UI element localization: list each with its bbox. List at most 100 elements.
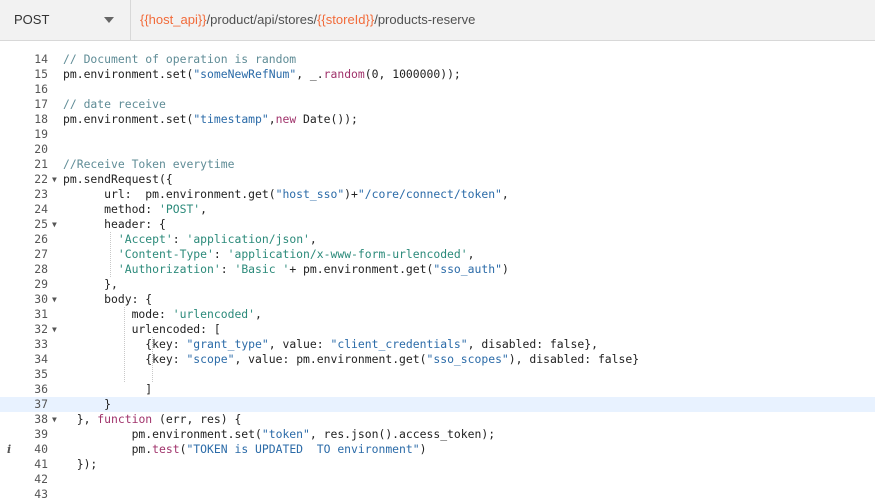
code-line[interactable]: 37 } — [0, 397, 875, 412]
line-number: 39 — [34, 427, 48, 441]
code-editor[interactable]: 14 // Document of operation is random 15 pm… — [0, 52, 875, 504]
code-text: // date receive — [63, 97, 166, 112]
code-token: header: { — [63, 217, 166, 231]
code-token: mode: — [63, 307, 173, 321]
code-line[interactable]: 30 ▼ body: { — [0, 292, 875, 307]
code-text: {key: "grant_type", value: "client_crede… — [63, 337, 598, 352]
code-line[interactable]: 43 — [0, 487, 875, 502]
code-token: )+ — [344, 187, 358, 201]
code-line[interactable]: 28 'Authorization': 'Basic '+ pm.environ… — [0, 262, 875, 277]
code-text: // Document of operation is random — [63, 52, 296, 67]
code-token: "timestamp" — [193, 112, 269, 126]
code-text: body: { — [63, 292, 152, 307]
code-line[interactable]: i 40 pm.test("TOKEN is UPDATED TO environ… — [0, 442, 875, 457]
code-text: 'Authorization': 'Basic '+ pm.environmen… — [63, 262, 509, 277]
indent-guide — [152, 337, 153, 382]
line-number: 20 — [34, 142, 48, 156]
code-line[interactable]: 23 url: pm.environment.get("host_sso")+"… — [0, 187, 875, 202]
code-line[interactable]: 16 — [0, 82, 875, 97]
url-path: /product/api/stores/ — [206, 12, 318, 27]
code-token: url: pm.environment.get( — [63, 187, 276, 201]
code-text: url: pm.environment.get("host_sso")+"/co… — [63, 187, 509, 202]
code-line[interactable]: 26 'Accept': 'application/json', — [0, 232, 875, 247]
code-line[interactable]: 14 // Document of operation is random — [0, 52, 875, 67]
code-text: pm.sendRequest({ — [63, 172, 173, 187]
code-token: "sso_scopes" — [426, 352, 509, 366]
code-line[interactable]: 19 — [0, 127, 875, 142]
code-text: }); — [63, 457, 98, 472]
line-number: 32 — [34, 322, 48, 336]
code-line[interactable]: 39 pm.environment.set("token", res.json(… — [0, 427, 875, 442]
code-token: , — [309, 232, 317, 246]
chevron-down-icon[interactable] — [104, 17, 114, 23]
code-line[interactable]: 34 {key: "scope", value: pm.environment.… — [0, 352, 875, 367]
code-text: pm.environment.set("someNewRefNum", _.ra… — [63, 67, 461, 82]
code-token: body: { — [63, 292, 153, 306]
line-number: 15 — [34, 67, 48, 81]
code-line[interactable]: 25 ▼ header: { — [0, 217, 875, 232]
code-line[interactable]: 31 mode: 'urlencoded', — [0, 307, 875, 322]
fold-arrow-icon[interactable]: ▼ — [52, 172, 57, 187]
line-number: 19 — [34, 127, 48, 141]
code-text: header: { — [63, 217, 166, 232]
line-number: 22 — [34, 172, 48, 186]
line-number: 23 — [34, 187, 48, 201]
line-number: 34 — [34, 352, 48, 366]
code-token: : — [172, 232, 187, 246]
code-token: (0, 1000000)); — [364, 67, 461, 81]
code-line[interactable]: 22 ▼ pm.sendRequest({ — [0, 172, 875, 187]
code-token: + pm.environment.get( — [289, 262, 434, 276]
url-variable: {{storeId}} — [317, 12, 375, 27]
code-line[interactable]: 35 — [0, 367, 875, 382]
line-number: 25 — [34, 217, 48, 231]
method-select[interactable]: POST — [0, 0, 131, 41]
fold-arrow-icon[interactable]: ▼ — [52, 322, 57, 337]
code-line[interactable]: 17 // date receive — [0, 97, 875, 112]
line-number: 28 — [34, 262, 48, 276]
code-token: , disabled: false}, — [467, 337, 598, 351]
code-token: function — [97, 412, 153, 426]
code-token: , — [200, 202, 208, 216]
code-line[interactable]: 38 ▼ }, function (err, res) { — [0, 412, 875, 427]
fold-arrow-icon[interactable]: ▼ — [52, 217, 57, 232]
code-line[interactable]: 15 pm.environment.set("someNewRefNum", _.… — [0, 67, 875, 82]
code-text: {key: "scope", value: pm.environment.get… — [63, 352, 639, 367]
code-token: pm.environment.set( — [63, 112, 194, 126]
code-line[interactable]: 42 — [0, 472, 875, 487]
code-text: method: 'POST', — [63, 202, 207, 217]
code-line[interactable]: 24 method: 'POST', — [0, 202, 875, 217]
line-number: 31 — [34, 307, 48, 321]
line-number: 43 — [34, 487, 48, 501]
code-line[interactable]: 41 }); — [0, 457, 875, 472]
line-number: 17 — [34, 97, 48, 111]
code-line[interactable]: 27 'Content-Type': 'application/x-www-fo… — [0, 247, 875, 262]
method-label: POST — [14, 12, 50, 27]
code-token: pm.environment.set( — [63, 427, 262, 441]
url-input[interactable]: {{host_api}}/product/api/stores/{{storeI… — [140, 12, 475, 27]
line-number: 14 — [34, 52, 48, 66]
code-token: new — [275, 112, 297, 126]
code-token: pm.environment.set( — [63, 67, 194, 81]
code-line[interactable]: 20 — [0, 142, 875, 157]
code-token: : — [220, 262, 235, 276]
line-number: 42 — [34, 472, 48, 486]
code-text: ] — [63, 382, 152, 397]
code-line[interactable]: 33 {key: "grant_type", value: "client_cr… — [0, 337, 875, 352]
code-token: , — [501, 187, 509, 201]
code-line[interactable]: 18 pm.environment.set("timestamp",new Dat… — [0, 112, 875, 127]
line-number: 21 — [34, 157, 48, 171]
code-token: , res.json().access_token); — [309, 427, 496, 441]
code-line[interactable]: 36 ] — [0, 382, 875, 397]
code-text: }, — [63, 277, 118, 292]
code-token: pm. — [63, 442, 153, 456]
code-line[interactable]: 21 //Receive Token everytime — [0, 157, 875, 172]
code-token: Date()); — [296, 112, 358, 126]
code-line[interactable]: 29 }, — [0, 277, 875, 292]
fold-arrow-icon[interactable]: ▼ — [52, 292, 57, 307]
code-token: ), disabled: false} — [508, 352, 640, 366]
fold-arrow-icon[interactable]: ▼ — [52, 412, 57, 427]
line-number: 38 — [34, 412, 48, 426]
code-token: (err, res) { — [152, 412, 242, 426]
code-line[interactable]: 32 ▼ urlencoded: [ — [0, 322, 875, 337]
line-number: 37 — [34, 397, 48, 411]
